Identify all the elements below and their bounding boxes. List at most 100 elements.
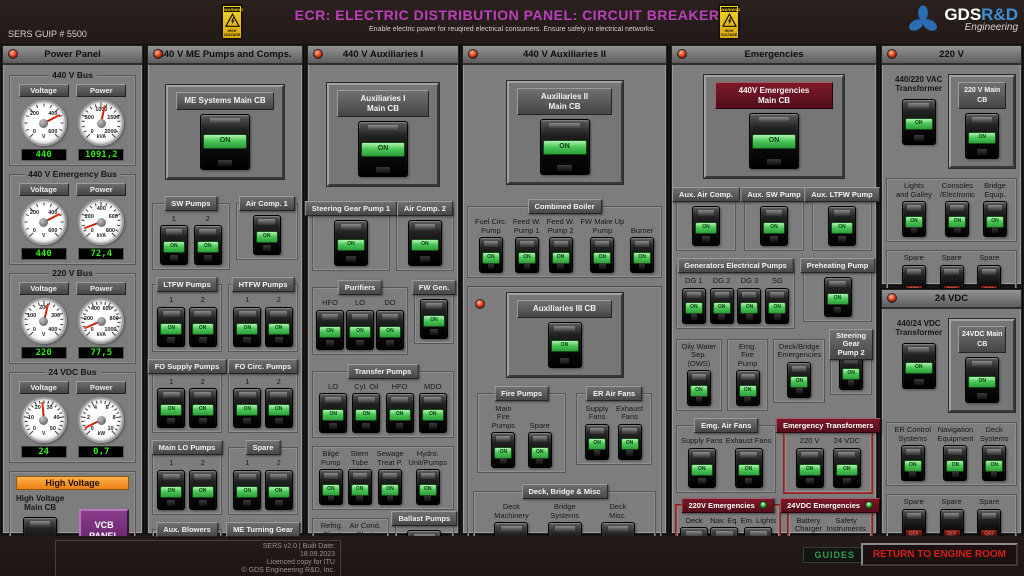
cb-switch[interactable]: ON — [765, 288, 789, 324]
cb-switch[interactable]: ON — [479, 237, 503, 273]
gauge-tick-label: 0 — [91, 228, 94, 234]
group-plate: Aux. Air Comp. — [672, 187, 740, 202]
cb-switch[interactable]: ON — [796, 448, 824, 488]
page-title: ECR: ELECTRIC DISTRIBUTION PANEL: CIRCUI… — [0, 7, 1024, 23]
cb-switch[interactable]: ON — [200, 114, 250, 170]
cb-switch[interactable]: ON — [416, 469, 440, 505]
cb-switch[interactable]: ON — [189, 388, 217, 428]
cb-switch[interactable]: ON — [687, 370, 711, 406]
cb-switch[interactable]: ON — [528, 432, 552, 468]
cb-switch[interactable]: ON — [540, 119, 590, 175]
cb-switch[interactable]: ON — [189, 307, 217, 347]
cb-switch[interactable]: ON — [378, 469, 402, 505]
cb-switch[interactable]: ON — [824, 277, 852, 317]
cb-state: ON — [827, 293, 849, 305]
cb-switch[interactable]: ON — [902, 201, 926, 237]
cb-switch[interactable]: ON — [189, 470, 217, 510]
cb-switch[interactable]: ON — [319, 393, 347, 433]
cb-switch[interactable]: ON — [348, 469, 372, 505]
breaker-label: Bilge Pump — [321, 450, 341, 467]
cb-switch[interactable]: ON — [965, 113, 999, 159]
cb-switch[interactable]: ON — [737, 288, 761, 324]
cb-stub — [806, 478, 814, 484]
cb-switch[interactable]: ON — [352, 393, 380, 433]
guides-button[interactable]: GUIDES — [803, 547, 866, 563]
cb-switch[interactable]: ON — [828, 206, 856, 246]
cb-stub — [387, 495, 394, 501]
cb-switch[interactable]: ON — [376, 310, 404, 350]
air-comp1-group: Air Comp. 1 ON — [236, 203, 298, 260]
cb-switch[interactable]: ON — [157, 470, 185, 510]
cb-switch[interactable]: ON — [265, 470, 293, 510]
cb-switch[interactable]: ON — [334, 220, 368, 266]
cb-switch[interactable]: ON — [965, 357, 999, 403]
breaker-mdo: MDOON — [419, 383, 447, 434]
cb-switch[interactable]: ON — [386, 393, 414, 433]
gauge-tick-label: 40 — [53, 415, 59, 421]
cb-switch[interactable]: ON — [233, 470, 261, 510]
cb-switch[interactable]: ON — [735, 448, 763, 488]
cb-switch[interactable]: ON — [710, 288, 734, 324]
breaker-bilge-pump: Bilge Pump ON — [319, 450, 343, 505]
cb-switch[interactable]: ON — [901, 445, 925, 481]
cb-switch[interactable]: ON — [590, 237, 614, 273]
return-to-engine-room-button[interactable]: RETURN TO ENGINE ROOM — [861, 543, 1018, 566]
cb-switch[interactable]: ON — [420, 299, 448, 339]
cb-switch[interactable]: ON — [160, 225, 188, 265]
breaker-stern-tube: Stern TubeON — [348, 450, 372, 505]
breaker-label: Spare — [904, 498, 924, 507]
cb-switch[interactable]: ON — [630, 237, 654, 273]
cb-switch[interactable]: ON — [548, 322, 582, 368]
me-main-cb-frame: ME Systems Main CB ON — [166, 85, 284, 179]
cb-switch[interactable]: ON — [194, 225, 222, 265]
cb-switch[interactable]: ON — [358, 121, 408, 177]
cb-switch[interactable]: ON — [833, 448, 861, 488]
cb-switch[interactable]: ON — [688, 448, 716, 488]
cb-handle — [199, 229, 216, 235]
cb-handle — [555, 526, 575, 532]
gauge-tick — [60, 324, 63, 326]
cb-switch[interactable]: ON — [233, 388, 261, 428]
cb-switch[interactable]: ON — [692, 206, 720, 246]
misc-pumps-group: Bilge PumpONStern TubeONSewage Treat P.O… — [312, 446, 454, 510]
cb-switch[interactable]: ON — [419, 393, 447, 433]
cb-switch[interactable]: ON — [682, 288, 706, 324]
cb-stub — [524, 263, 531, 269]
cb-switch[interactable]: ON — [233, 307, 261, 347]
cb-state: ON — [192, 323, 214, 335]
cb-switch[interactable]: ON — [749, 113, 799, 169]
cb-handle — [353, 473, 367, 479]
cb-switch[interactable]: ON — [736, 370, 760, 406]
cb-switch[interactable]: ON — [408, 220, 442, 266]
panel-led — [468, 49, 478, 59]
cb-switch[interactable]: ON — [902, 343, 936, 389]
gauge-tick-label: 30 — [46, 405, 52, 411]
cb-stub — [838, 236, 846, 242]
cb-switch[interactable]: ON — [945, 201, 969, 237]
cb-switch[interactable]: ON — [157, 307, 185, 347]
group-plate: ME Turning Gear — [226, 522, 300, 537]
cb-switch[interactable]: ON — [253, 215, 281, 255]
cb-switch[interactable]: ON — [787, 362, 811, 398]
gauge-tick — [81, 416, 86, 418]
cb-stub — [991, 471, 998, 477]
cb-switch[interactable]: ON — [157, 388, 185, 428]
breaker-label: Burner — [631, 227, 654, 236]
cb-switch[interactable]: ON — [316, 310, 344, 350]
cb-switch[interactable]: ON — [346, 310, 374, 350]
gauge-em440v-voltage: Voltage0200400600V440 — [19, 183, 69, 260]
cb-switch[interactable]: ON — [760, 206, 788, 246]
cb-switch[interactable]: ON — [319, 469, 343, 505]
cb-switch[interactable]: ON — [618, 424, 642, 460]
cb-switch[interactable]: ON — [585, 424, 609, 460]
cb-handle — [415, 224, 435, 230]
cb-switch[interactable]: ON — [265, 307, 293, 347]
cb-switch[interactable]: ON — [265, 388, 293, 428]
cb-switch[interactable]: ON — [491, 432, 515, 468]
cb-switch[interactable]: ON — [902, 99, 936, 145]
cb-switch[interactable]: ON — [515, 237, 539, 273]
cb-switch[interactable]: ON — [983, 201, 1007, 237]
cb-switch[interactable]: ON — [943, 445, 967, 481]
cb-switch[interactable]: ON — [982, 445, 1006, 481]
cb-switch[interactable]: ON — [549, 237, 573, 273]
